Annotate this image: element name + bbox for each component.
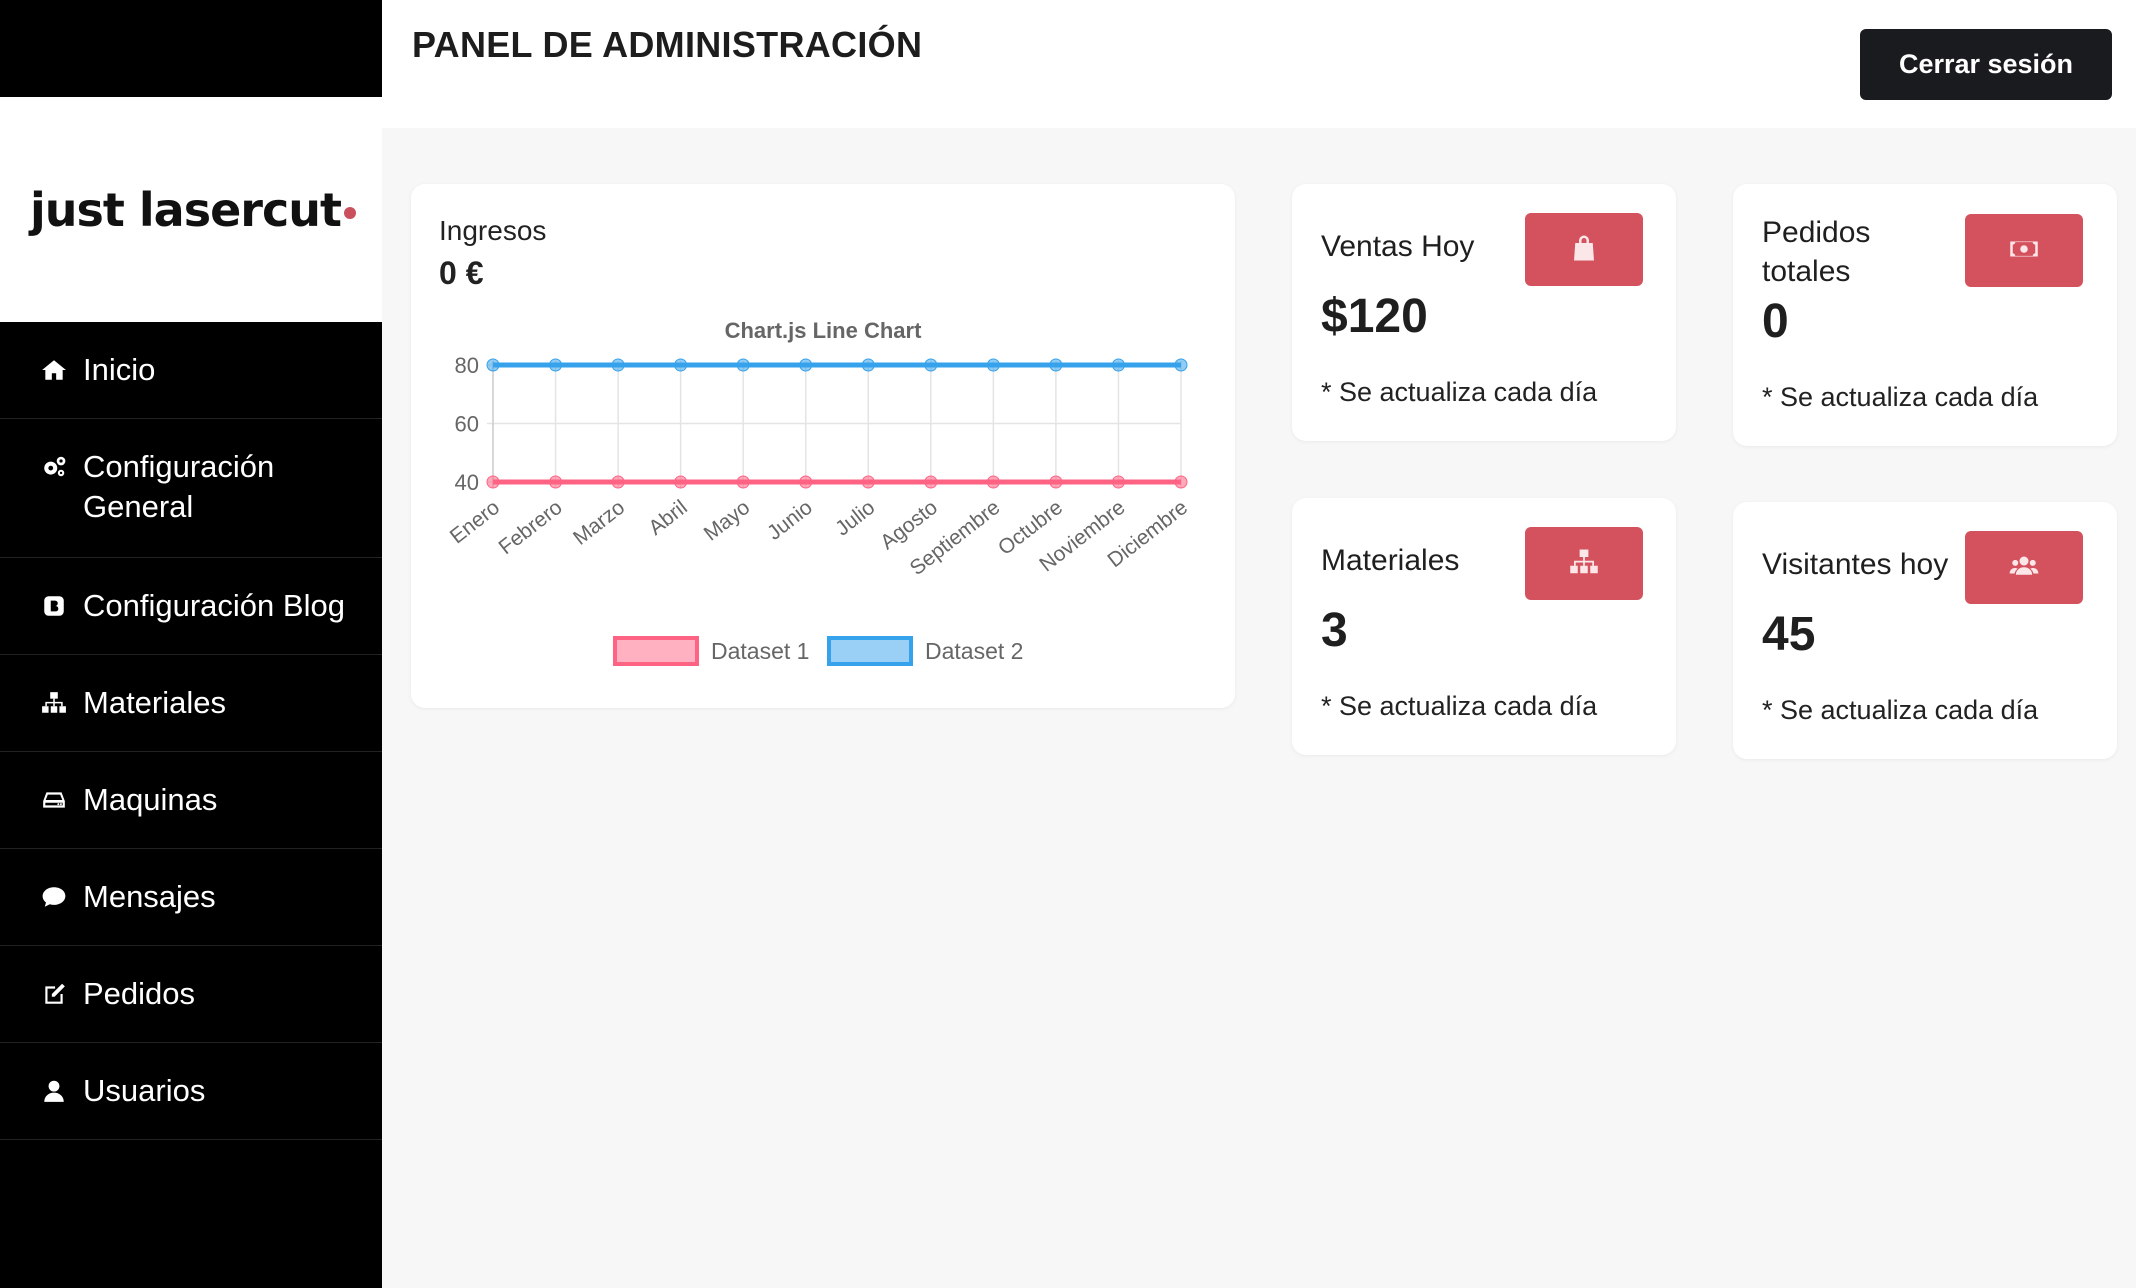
sitemap-icon xyxy=(1569,547,1599,580)
money-bill-icon xyxy=(2009,234,2039,267)
top-bar: PANEL DE ADMINISTRACIÓN Cerrar sesión xyxy=(382,0,2136,128)
stat-title: Materiales xyxy=(1321,544,1460,577)
sidebar: just lasercut Inicio Configuración Gener… xyxy=(0,0,382,1288)
legend-swatch xyxy=(827,636,913,666)
sidebar-item-pedidos[interactable]: Pedidos xyxy=(0,946,382,1043)
x-tick-label: Julio xyxy=(831,496,879,541)
legend-label: Dataset 1 xyxy=(711,638,809,664)
data-point xyxy=(549,475,563,489)
user-icon xyxy=(40,1077,68,1105)
data-point xyxy=(1174,475,1188,489)
data-point xyxy=(1111,475,1125,489)
stat-note: * Se actualiza cada día xyxy=(1321,377,1598,407)
sidebar-item-label: Mensajes xyxy=(83,879,216,914)
data-point xyxy=(611,358,625,372)
line-chart[interactable]: Chart.js Line Chart406080EneroFebrero Mar… xyxy=(411,184,1235,708)
stat-title: Ventas Hoy xyxy=(1321,230,1475,263)
stat-title: Pedidos totales xyxy=(1762,216,1871,288)
data-point xyxy=(486,475,500,489)
shopping-bag-icon xyxy=(1569,233,1599,266)
stat-note: * Se actualiza cada día xyxy=(1321,691,1598,721)
sidebar-item-configuracion-blog[interactable]: Configuración Blog xyxy=(0,558,382,655)
hdd-icon xyxy=(40,786,68,814)
data-point xyxy=(986,358,1000,372)
data-point xyxy=(799,358,813,372)
data-point xyxy=(674,475,688,489)
stat-card-visitantes: Visitantes hoy 45 * Se actualiza cada dí… xyxy=(1733,502,2117,759)
data-point xyxy=(1174,358,1188,372)
home-icon xyxy=(40,356,68,384)
comment-icon xyxy=(40,883,68,911)
logo-area: just lasercut xyxy=(0,97,382,322)
brand-logo-text: just lasercut xyxy=(30,182,342,237)
blog-icon xyxy=(40,592,68,620)
data-point xyxy=(611,475,625,489)
stat-value: $120 xyxy=(1321,290,1428,343)
sidebar-item-label: Materiales xyxy=(83,685,226,720)
stat-card-ventas: Ventas Hoy $120 * Se actualiza cada día xyxy=(1292,184,1676,441)
sidebar-item-usuarios[interactable]: Usuarios xyxy=(0,1043,382,1140)
x-tick-label: Febrero xyxy=(495,496,567,559)
y-tick-label: 80 xyxy=(455,353,479,378)
data-point xyxy=(1049,475,1063,489)
data-point xyxy=(861,358,875,372)
logout-button[interactable]: Cerrar sesión xyxy=(1860,29,2112,100)
page-title: PANEL DE ADMINISTRACIÓN xyxy=(412,24,923,65)
users-icon xyxy=(2009,551,2039,584)
sidebar-item-materiales[interactable]: Materiales xyxy=(0,655,382,752)
stat-value: 0 xyxy=(1762,295,1789,348)
sidebar-item-configuracion-general[interactable]: Configuración General xyxy=(0,419,382,558)
x-tick-label: Mayo xyxy=(700,496,755,546)
sidebar-item-mensajes[interactable]: Mensajes xyxy=(0,849,382,946)
sidebar-nav: Inicio Configuración General Configuraci… xyxy=(0,322,382,1140)
sidebar-item-label: Usuarios xyxy=(83,1073,206,1108)
data-point xyxy=(1049,358,1063,372)
sidebar-item-label: Maquinas xyxy=(83,782,218,817)
pedidos-button[interactable] xyxy=(1965,214,2083,287)
data-point xyxy=(924,475,938,489)
x-tick-label: Junio xyxy=(763,496,817,545)
stat-card-pedidos: Pedidos totales 0 * Se actualiza cada dí… xyxy=(1733,184,2117,446)
stat-note: * Se actualiza cada día xyxy=(1762,695,2039,725)
data-point xyxy=(986,475,1000,489)
data-point xyxy=(861,475,875,489)
data-point xyxy=(486,358,500,372)
data-point xyxy=(549,358,563,372)
stat-note: * Se actualiza cada día xyxy=(1762,382,2039,412)
data-point xyxy=(736,475,750,489)
sidebar-item-label: Inicio xyxy=(83,352,156,387)
data-point xyxy=(736,358,750,372)
stat-value: 45 xyxy=(1762,608,1816,661)
gears-icon xyxy=(40,453,68,481)
sidebar-item-inicio[interactable]: Inicio xyxy=(0,322,382,419)
legend-swatch xyxy=(613,636,699,666)
data-point xyxy=(799,475,813,489)
visitantes-button[interactable] xyxy=(1965,531,2083,604)
brand-logo[interactable]: just lasercut xyxy=(30,183,356,237)
sitemap-icon xyxy=(40,689,68,717)
sidebar-item-label: Configuración Blog xyxy=(83,588,345,623)
x-tick-label: Abril xyxy=(644,496,691,540)
chart-title: Chart.js Line Chart xyxy=(725,318,922,343)
sidebar-item-label: Configuración General xyxy=(83,449,275,524)
sidebar-top-bar xyxy=(0,0,382,97)
ventas-button[interactable] xyxy=(1525,213,1643,286)
sidebar-item-label: Pedidos xyxy=(83,976,196,1011)
materiales-button[interactable] xyxy=(1525,527,1643,600)
data-point xyxy=(1111,358,1125,372)
x-tick-label: Marzo xyxy=(569,496,629,550)
stat-card-materiales: Materiales 3 * Se actualiza cada día xyxy=(1292,498,1676,755)
legend-label: Dataset 2 xyxy=(925,638,1023,664)
stat-title: Visitantes hoy xyxy=(1762,548,1949,581)
income-chart-card: Ingresos 0 € Chart.js Line Chart 40 60 80 En… xyxy=(411,184,1235,708)
data-point xyxy=(674,358,688,372)
y-tick-label: 40 xyxy=(455,470,479,495)
edit-icon xyxy=(40,980,68,1008)
data-point xyxy=(924,358,938,372)
stat-value: 3 xyxy=(1321,604,1348,657)
brand-logo-dot xyxy=(343,206,356,219)
sidebar-item-maquinas[interactable]: Maquinas xyxy=(0,752,382,849)
y-tick-label: 60 xyxy=(455,412,479,437)
